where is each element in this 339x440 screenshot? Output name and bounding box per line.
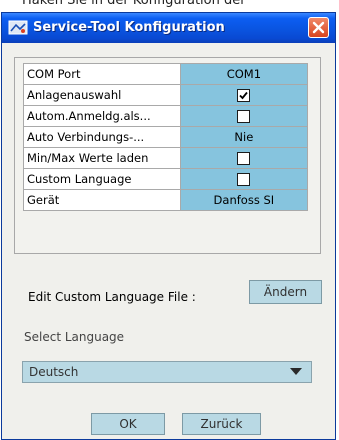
property-key: COM Port xyxy=(23,63,181,85)
close-button[interactable] xyxy=(308,17,329,38)
property-key: Autom.Anmeldg.als... xyxy=(23,105,181,127)
property-key: Custom Language xyxy=(23,168,181,190)
property-row: Autom.Anmeldg.als... xyxy=(23,105,309,127)
properties-panel: COM Port COM1 Anlagenauswahl Autom.Anmeldg.… xyxy=(14,57,321,254)
property-row: Auto Verbindungs-... Nie xyxy=(23,126,309,148)
properties-table: COM Port COM1 Anlagenauswahl Autom.Anmeldg.… xyxy=(23,63,309,211)
change-button[interactable]: Ändern xyxy=(249,280,322,304)
ok-button[interactable]: OK xyxy=(91,413,165,435)
title-bar[interactable]: Service-Tool Konfiguration xyxy=(2,13,335,43)
chevron-down-icon xyxy=(290,368,302,375)
property-checkbox[interactable] xyxy=(237,89,251,102)
property-key: Min/Max Werte laden xyxy=(23,147,181,169)
property-checkbox-cell xyxy=(179,84,309,106)
background-text: Haken Sie in der Konfiguration der xyxy=(22,0,246,8)
language-dropdown[interactable]: Deutsch xyxy=(22,361,312,383)
screenshot: Haken Sie in der Konfiguration der Servi… xyxy=(0,0,339,440)
property-checkbox-cell xyxy=(179,168,309,190)
property-key: Auto Verbindungs-... xyxy=(23,126,181,148)
property-row: Min/Max Werte laden xyxy=(23,147,309,169)
property-key: Gerät xyxy=(23,189,181,211)
config-dialog: Service-Tool Konfiguration COM Port COM1 A… xyxy=(1,12,336,440)
property-row: Anlagenauswahl xyxy=(23,84,309,106)
property-value[interactable]: COM1 xyxy=(179,63,309,85)
property-row: COM Port COM1 xyxy=(23,63,309,85)
property-row: Gerät Danfoss SI xyxy=(23,189,309,211)
property-value[interactable]: Nie xyxy=(179,126,309,148)
select-language-label: Select Language xyxy=(24,330,125,344)
window-app-icon xyxy=(8,20,28,36)
property-checkbox-cell xyxy=(179,147,309,169)
property-checkbox-cell xyxy=(179,105,309,127)
property-checkbox[interactable] xyxy=(237,173,251,186)
dropdown-arrow-button[interactable] xyxy=(281,362,311,382)
property-key: Anlagenauswahl xyxy=(23,84,181,106)
property-row: Custom Language xyxy=(23,168,309,190)
property-value[interactable]: Danfoss SI xyxy=(179,189,309,211)
back-button[interactable]: Zurück xyxy=(182,413,261,435)
language-selected-value: Deutsch xyxy=(29,365,79,379)
property-checkbox[interactable] xyxy=(237,110,251,123)
window-title: Service-Tool Konfiguration xyxy=(33,20,225,35)
checkmark-icon xyxy=(239,91,249,100)
edit-custom-language-label: Edit Custom Language File : xyxy=(28,290,196,304)
property-checkbox[interactable] xyxy=(237,152,251,165)
close-icon xyxy=(312,21,325,34)
